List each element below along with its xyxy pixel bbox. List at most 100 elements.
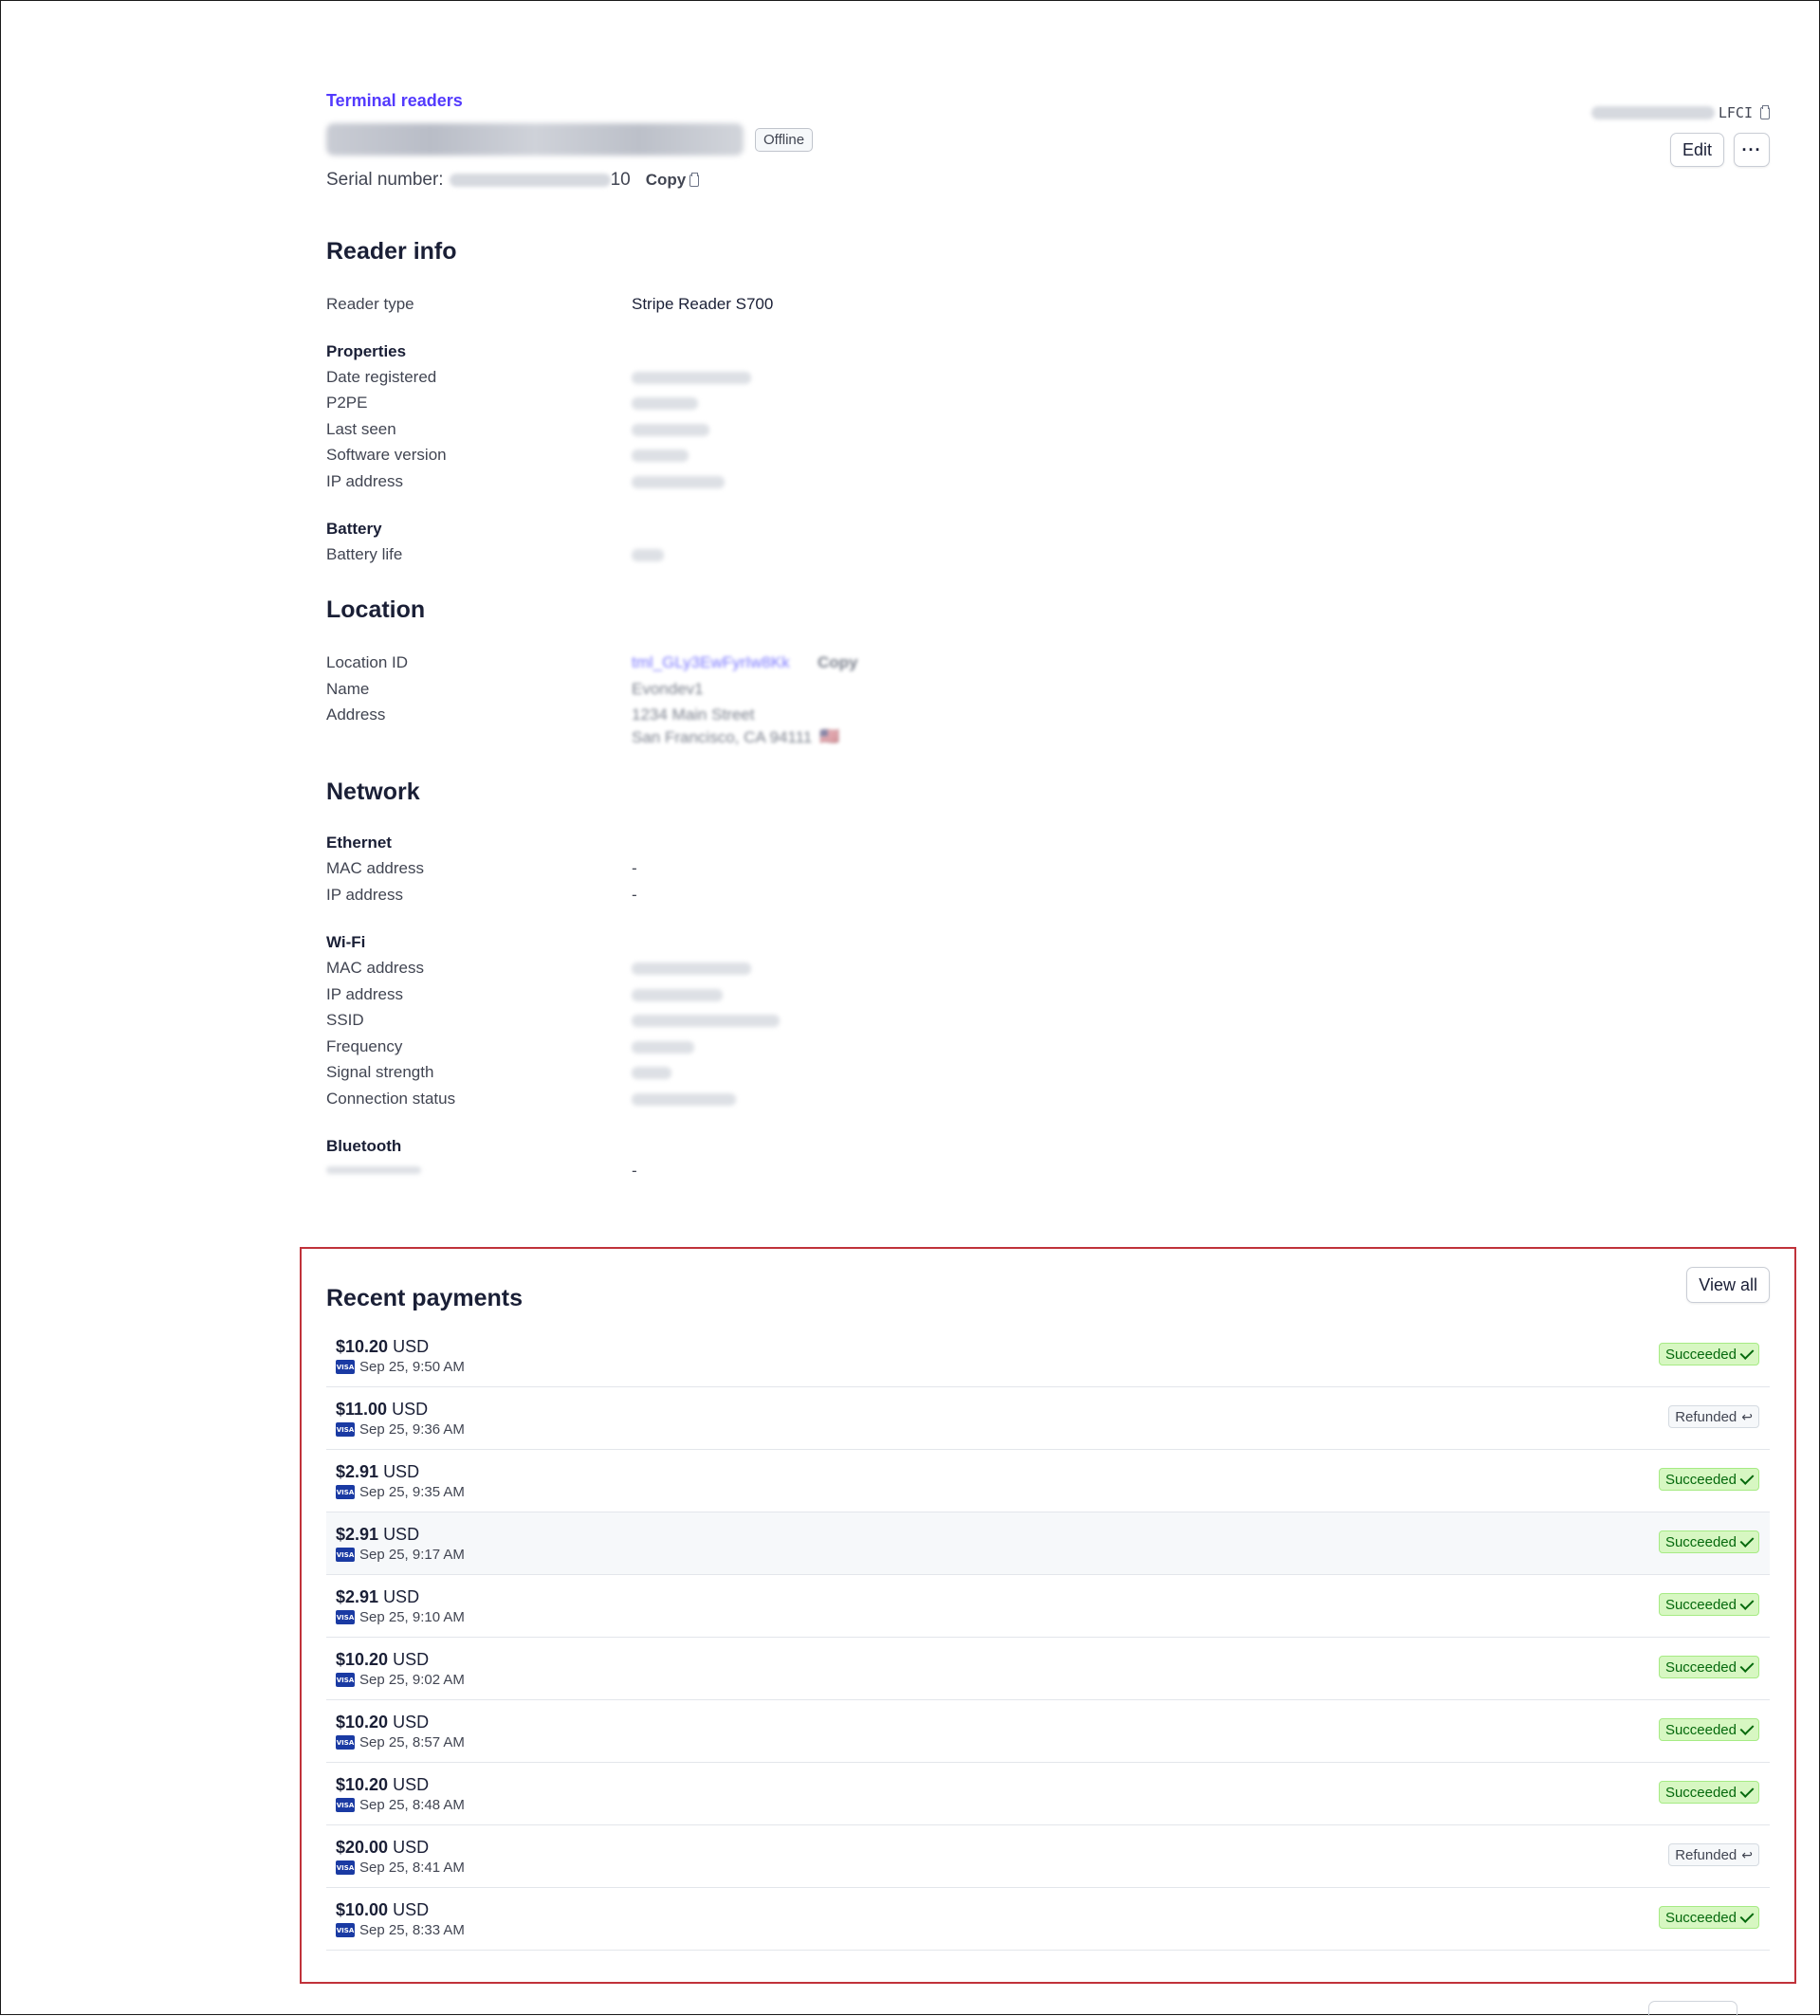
properties-heading: Properties <box>326 342 407 360</box>
visa-card-icon: VISA <box>336 1360 355 1374</box>
payment-row[interactable]: $11.00 USD VISA Sep 25, 9:36 AM Refunded ↩ <box>326 1387 1770 1450</box>
signal-strength-redacted <box>632 1067 671 1079</box>
address-line-1: 1234 Main Street <box>632 706 755 724</box>
location-id-link[interactable]: tml_GLy3EwFyrIw8Kk <box>632 653 790 672</box>
location-id-label: Location ID <box>326 653 408 671</box>
reader-type-value: Stripe Reader S700 <box>632 295 774 313</box>
payment-meta: VISA Sep 25, 9:02 AM <box>336 1672 465 1688</box>
frequency-label: Frequency <box>326 1037 403 1055</box>
section-title-recent-payments: Recent payments <box>326 1285 524 1311</box>
ethernet-mac-label: MAC address <box>326 859 424 877</box>
payment-date: Sep 25, 9:10 AM <box>359 1609 465 1625</box>
currency: USD <box>392 1400 429 1419</box>
visa-card-icon: VISA <box>336 1923 355 1937</box>
serial-label: Serial number: <box>326 170 444 190</box>
software-version-redacted <box>632 449 689 462</box>
payment-date: Sep 25, 9:50 AM <box>359 1359 465 1375</box>
amount-value: $10.00 <box>336 1900 389 1919</box>
payment-row[interactable]: $20.00 USD VISA Sep 25, 8:41 AM Refunded ↩ <box>326 1825 1770 1888</box>
serial-number-row: Serial number: 10 Copy <box>326 170 1770 191</box>
reader-id-suffix: LFCI <box>1718 104 1753 121</box>
payment-meta: VISA Sep 25, 9:10 AM <box>336 1609 465 1625</box>
amount-value: $10.20 <box>336 1713 389 1732</box>
payment-row[interactable]: $10.20 USD VISA Sep 25, 8:48 AM Succeeded <box>326 1763 1770 1825</box>
payment-meta: VISA Sep 25, 8:33 AM <box>336 1922 465 1938</box>
payment-amount: $10.20 USD <box>336 1337 429 1357</box>
address-label: Address <box>326 706 386 724</box>
payment-date: Sep 25, 9:02 AM <box>359 1672 465 1688</box>
check-icon <box>1739 1908 1755 1923</box>
status-label: Succeeded <box>1664 1909 1737 1926</box>
payment-date: Sep 25, 9:17 AM <box>359 1547 465 1563</box>
currency: USD <box>383 1587 420 1606</box>
battery-life-redacted <box>632 549 664 561</box>
currency: USD <box>393 1775 430 1794</box>
ssid-redacted <box>632 1015 780 1027</box>
payment-meta: VISA Sep 25, 9:50 AM <box>336 1359 465 1375</box>
battery-heading: Battery <box>326 520 382 538</box>
last-seen-label: Last seen <box>326 420 396 438</box>
status-label: Refunded <box>1675 1408 1737 1425</box>
payment-date: Sep 25, 8:57 AM <box>359 1734 465 1750</box>
payment-row[interactable]: $10.00 USD VISA Sep 25, 8:33 AM Succeeded <box>326 1888 1770 1951</box>
last-seen-redacted <box>632 424 709 436</box>
payment-date: Sep 25, 9:35 AM <box>359 1484 465 1500</box>
payment-row[interactable]: $10.20 USD VISA Sep 25, 9:02 AM Succeeded <box>326 1638 1770 1700</box>
payment-meta: VISA Sep 25, 8:57 AM <box>336 1734 465 1750</box>
payment-meta: VISA Sep 25, 9:17 AM <box>336 1547 465 1563</box>
currency: USD <box>393 1713 430 1732</box>
amount-value: $10.20 <box>336 1775 389 1794</box>
serial-redacted <box>449 174 611 187</box>
visa-card-icon: VISA <box>336 1673 355 1687</box>
refund-arrow-icon: ↩ <box>1741 1846 1753 1862</box>
visa-card-icon: VISA <box>336 1422 355 1437</box>
status-label: Succeeded <box>1664 1471 1737 1488</box>
more-options-button[interactable]: ··· <box>1734 133 1770 167</box>
check-icon <box>1739 1783 1755 1798</box>
wifi-ip-redacted <box>632 989 723 1001</box>
status-badge: Succeeded <box>1658 1468 1759 1491</box>
amount-value: $11.00 <box>336 1400 388 1419</box>
visa-card-icon: VISA <box>336 1548 355 1562</box>
copy-serial-button[interactable]: Copy <box>646 171 700 190</box>
payment-row[interactable]: $2.91 USD VISA Sep 25, 9:17 AM Succeeded <box>326 1512 1770 1575</box>
amount-value: $20.00 <box>336 1838 389 1857</box>
payment-meta: VISA Sep 25, 9:35 AM <box>336 1484 465 1500</box>
copy-label: Copy <box>645 171 687 189</box>
payment-amount: $10.00 USD <box>336 1900 429 1920</box>
ip-address-label: IP address <box>326 472 403 490</box>
payment-row[interactable]: $2.91 USD VISA Sep 25, 9:35 AM Succeeded <box>326 1450 1770 1512</box>
payment-row[interactable]: $2.91 USD VISA Sep 25, 9:10 AM Succeeded <box>326 1575 1770 1638</box>
connection-status-label: Connection status <box>326 1090 456 1108</box>
status-badge: Succeeded <box>1658 1593 1759 1616</box>
payment-row[interactable]: $10.20 USD VISA Sep 25, 9:50 AM Succeeded <box>326 1325 1770 1387</box>
copy-location-button[interactable]: Copy <box>818 653 858 672</box>
p2pe-redacted <box>632 397 698 410</box>
section-title-reader-info: Reader info <box>326 238 457 265</box>
action-buttons: Edit ··· <box>1591 133 1770 167</box>
reader-type-label: Reader type <box>326 295 414 313</box>
check-icon <box>1739 1532 1755 1548</box>
ethernet-ip-value: - <box>632 886 637 904</box>
amount-value: $2.91 <box>336 1462 379 1481</box>
payments-list: $10.20 USD VISA Sep 25, 9:50 AM Succeeded $1… <box>326 1325 1770 1951</box>
currency: USD <box>393 1650 430 1669</box>
status-label: Succeeded <box>1664 1346 1737 1363</box>
payment-row[interactable]: $10.20 USD VISA Sep 25, 8:57 AM Succeeded <box>326 1700 1770 1763</box>
refund-arrow-icon: ↩ <box>1741 1408 1753 1424</box>
payment-amount: $10.20 USD <box>336 1775 429 1795</box>
status-badge: Succeeded <box>1658 1530 1759 1553</box>
section-title-location: Location <box>326 596 426 623</box>
clipboard-icon[interactable] <box>1760 104 1770 119</box>
wifi-mac-label: MAC address <box>326 959 424 977</box>
date-registered-redacted <box>632 372 751 384</box>
footer-button-cut <box>1648 2001 1737 2016</box>
status-label: Succeeded <box>1664 1596 1737 1613</box>
view-all-button[interactable]: View all <box>1686 1267 1770 1303</box>
status-badge: Refunded ↩ <box>1668 1843 1759 1866</box>
connection-status-redacted <box>632 1093 736 1106</box>
check-icon <box>1739 1345 1755 1360</box>
edit-button[interactable]: Edit <box>1669 133 1724 167</box>
payment-amount: $2.91 USD <box>336 1587 419 1607</box>
breadcrumb-terminal-readers[interactable]: Terminal readers <box>326 91 463 111</box>
